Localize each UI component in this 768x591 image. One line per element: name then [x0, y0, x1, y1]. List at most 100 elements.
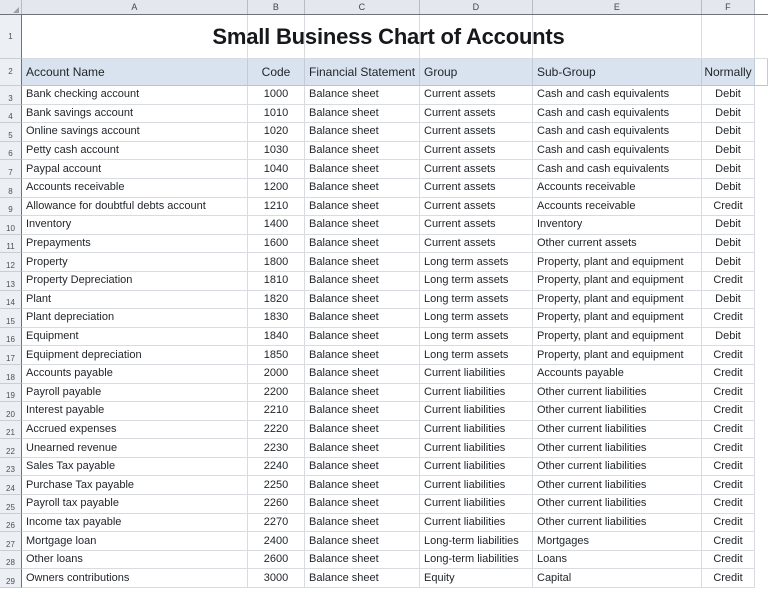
cell-account-name[interactable]: Payroll payable	[22, 384, 248, 403]
header-account-name[interactable]: Account Name	[22, 59, 248, 86]
cell-normally[interactable]: Credit	[702, 365, 755, 384]
cell-code[interactable]: 1200	[248, 179, 305, 198]
cell-account-name[interactable]: Purchase Tax payable	[22, 476, 248, 495]
cell-financial-statement[interactable]: Balance sheet	[305, 216, 420, 235]
cell-financial-statement[interactable]: Balance sheet	[305, 160, 420, 179]
column-header-c[interactable]: C	[305, 0, 420, 14]
row-number[interactable]: 5	[0, 123, 22, 142]
header-normally[interactable]: Normally	[702, 59, 755, 86]
cell-code[interactable]: 1000	[248, 86, 305, 105]
cell-sub-group[interactable]: Other current liabilities	[533, 458, 702, 477]
cell-sub-group[interactable]: Property, plant and equipment	[533, 309, 702, 328]
cell-sub-group[interactable]: Cash and cash equivalents	[533, 123, 702, 142]
cell-code[interactable]: 1820	[248, 291, 305, 310]
row-number[interactable]: 24	[0, 476, 22, 495]
cell-account-name[interactable]: Owners contributions	[22, 569, 248, 588]
column-header-a[interactable]: A	[22, 0, 248, 14]
row-number[interactable]: 25	[0, 495, 22, 514]
row-number[interactable]: 11	[0, 235, 22, 254]
cell-group[interactable]: Current liabilities	[420, 476, 533, 495]
column-header-e[interactable]: E	[533, 0, 702, 14]
cell-code[interactable]: 1840	[248, 328, 305, 347]
row-number-1[interactable]: 1	[0, 15, 22, 59]
cell-normally[interactable]: Credit	[702, 532, 755, 551]
title-cell-b1[interactable]	[248, 15, 305, 59]
cell-normally[interactable]: Debit	[702, 105, 755, 124]
cell-code[interactable]: 2250	[248, 476, 305, 495]
cell-financial-statement[interactable]: Balance sheet	[305, 198, 420, 217]
row-number[interactable]: 8	[0, 179, 22, 198]
cell-account-name[interactable]: Plant	[22, 291, 248, 310]
cell-account-name[interactable]: Equipment	[22, 328, 248, 347]
cell-account-name[interactable]: Mortgage loan	[22, 532, 248, 551]
cell-group[interactable]: Current liabilities	[420, 495, 533, 514]
cell-group[interactable]: Current liabilities	[420, 439, 533, 458]
cell-code[interactable]: 1020	[248, 123, 305, 142]
cell-financial-statement[interactable]: Balance sheet	[305, 439, 420, 458]
cell-code[interactable]: 2400	[248, 532, 305, 551]
cell-normally[interactable]: Credit	[702, 495, 755, 514]
cell-code[interactable]: 1600	[248, 235, 305, 254]
cell-normally[interactable]: Credit	[702, 346, 755, 365]
cell-sub-group[interactable]: Other current liabilities	[533, 439, 702, 458]
cell-sub-group[interactable]: Other current assets	[533, 235, 702, 254]
cell-financial-statement[interactable]: Balance sheet	[305, 123, 420, 142]
cell-sub-group[interactable]: Property, plant and equipment	[533, 272, 702, 291]
cell-normally[interactable]: Debit	[702, 123, 755, 142]
cell-normally[interactable]: Credit	[702, 384, 755, 403]
cell-account-name[interactable]: Property	[22, 253, 248, 272]
cell-normally[interactable]: Debit	[702, 142, 755, 161]
cell-financial-statement[interactable]: Balance sheet	[305, 514, 420, 533]
cell-group[interactable]: Current assets	[420, 179, 533, 198]
cell-code[interactable]: 2600	[248, 551, 305, 570]
cell-code[interactable]: 2210	[248, 402, 305, 421]
row-number[interactable]: 20	[0, 402, 22, 421]
cell-group[interactable]: Current liabilities	[420, 458, 533, 477]
cell-group[interactable]: Current liabilities	[420, 384, 533, 403]
cell-financial-statement[interactable]: Balance sheet	[305, 476, 420, 495]
cell-sub-group[interactable]: Property, plant and equipment	[533, 328, 702, 347]
cell-sub-group[interactable]: Other current liabilities	[533, 514, 702, 533]
cell-group[interactable]: Long term assets	[420, 346, 533, 365]
select-all-corner[interactable]	[0, 0, 22, 14]
cell-sub-group[interactable]: Other current liabilities	[533, 402, 702, 421]
row-number-2[interactable]: 2	[0, 59, 22, 86]
cell-group[interactable]: Long term assets	[420, 291, 533, 310]
cell-account-name[interactable]: Income tax payable	[22, 514, 248, 533]
cell-account-name[interactable]: Equipment depreciation	[22, 346, 248, 365]
cell-sub-group[interactable]: Loans	[533, 551, 702, 570]
row-number[interactable]: 28	[0, 551, 22, 570]
cell-normally[interactable]: Credit	[702, 569, 755, 588]
cell-normally[interactable]: Debit	[702, 160, 755, 179]
cell-group[interactable]: Current assets	[420, 123, 533, 142]
cell-account-name[interactable]: Accounts receivable	[22, 179, 248, 198]
header-code[interactable]: Code	[248, 59, 305, 86]
cell-group[interactable]: Current liabilities	[420, 402, 533, 421]
cell-sub-group[interactable]: Other current liabilities	[533, 384, 702, 403]
title-cell-d1[interactable]	[420, 15, 533, 59]
cell-code[interactable]: 2220	[248, 421, 305, 440]
cell-normally[interactable]: Debit	[702, 179, 755, 198]
cell-group[interactable]: Long term assets	[420, 328, 533, 347]
cell-group[interactable]: Current liabilities	[420, 421, 533, 440]
cell-normally[interactable]: Credit	[702, 551, 755, 570]
row-number[interactable]: 6	[0, 142, 22, 161]
cell-group[interactable]: Long term assets	[420, 253, 533, 272]
cell-group[interactable]: Current assets	[420, 105, 533, 124]
cell-account-name[interactable]: Online savings account	[22, 123, 248, 142]
cell-account-name[interactable]: Other loans	[22, 551, 248, 570]
cell-account-name[interactable]: Interest payable	[22, 402, 248, 421]
cell-normally[interactable]: Debit	[702, 235, 755, 254]
cell-code[interactable]: 1210	[248, 198, 305, 217]
cell-financial-statement[interactable]: Balance sheet	[305, 105, 420, 124]
cell-code[interactable]: 1010	[248, 105, 305, 124]
cell-financial-statement[interactable]: Balance sheet	[305, 291, 420, 310]
cell-group[interactable]: Current assets	[420, 86, 533, 105]
cell-sub-group[interactable]: Property, plant and equipment	[533, 253, 702, 272]
cell-group[interactable]: Current assets	[420, 235, 533, 254]
cell-account-name[interactable]: Inventory	[22, 216, 248, 235]
cell-code[interactable]: 2000	[248, 365, 305, 384]
cell-code[interactable]: 1810	[248, 272, 305, 291]
cell-group[interactable]: Long-term liabilities	[420, 551, 533, 570]
cell-sub-group[interactable]: Cash and cash equivalents	[533, 142, 702, 161]
